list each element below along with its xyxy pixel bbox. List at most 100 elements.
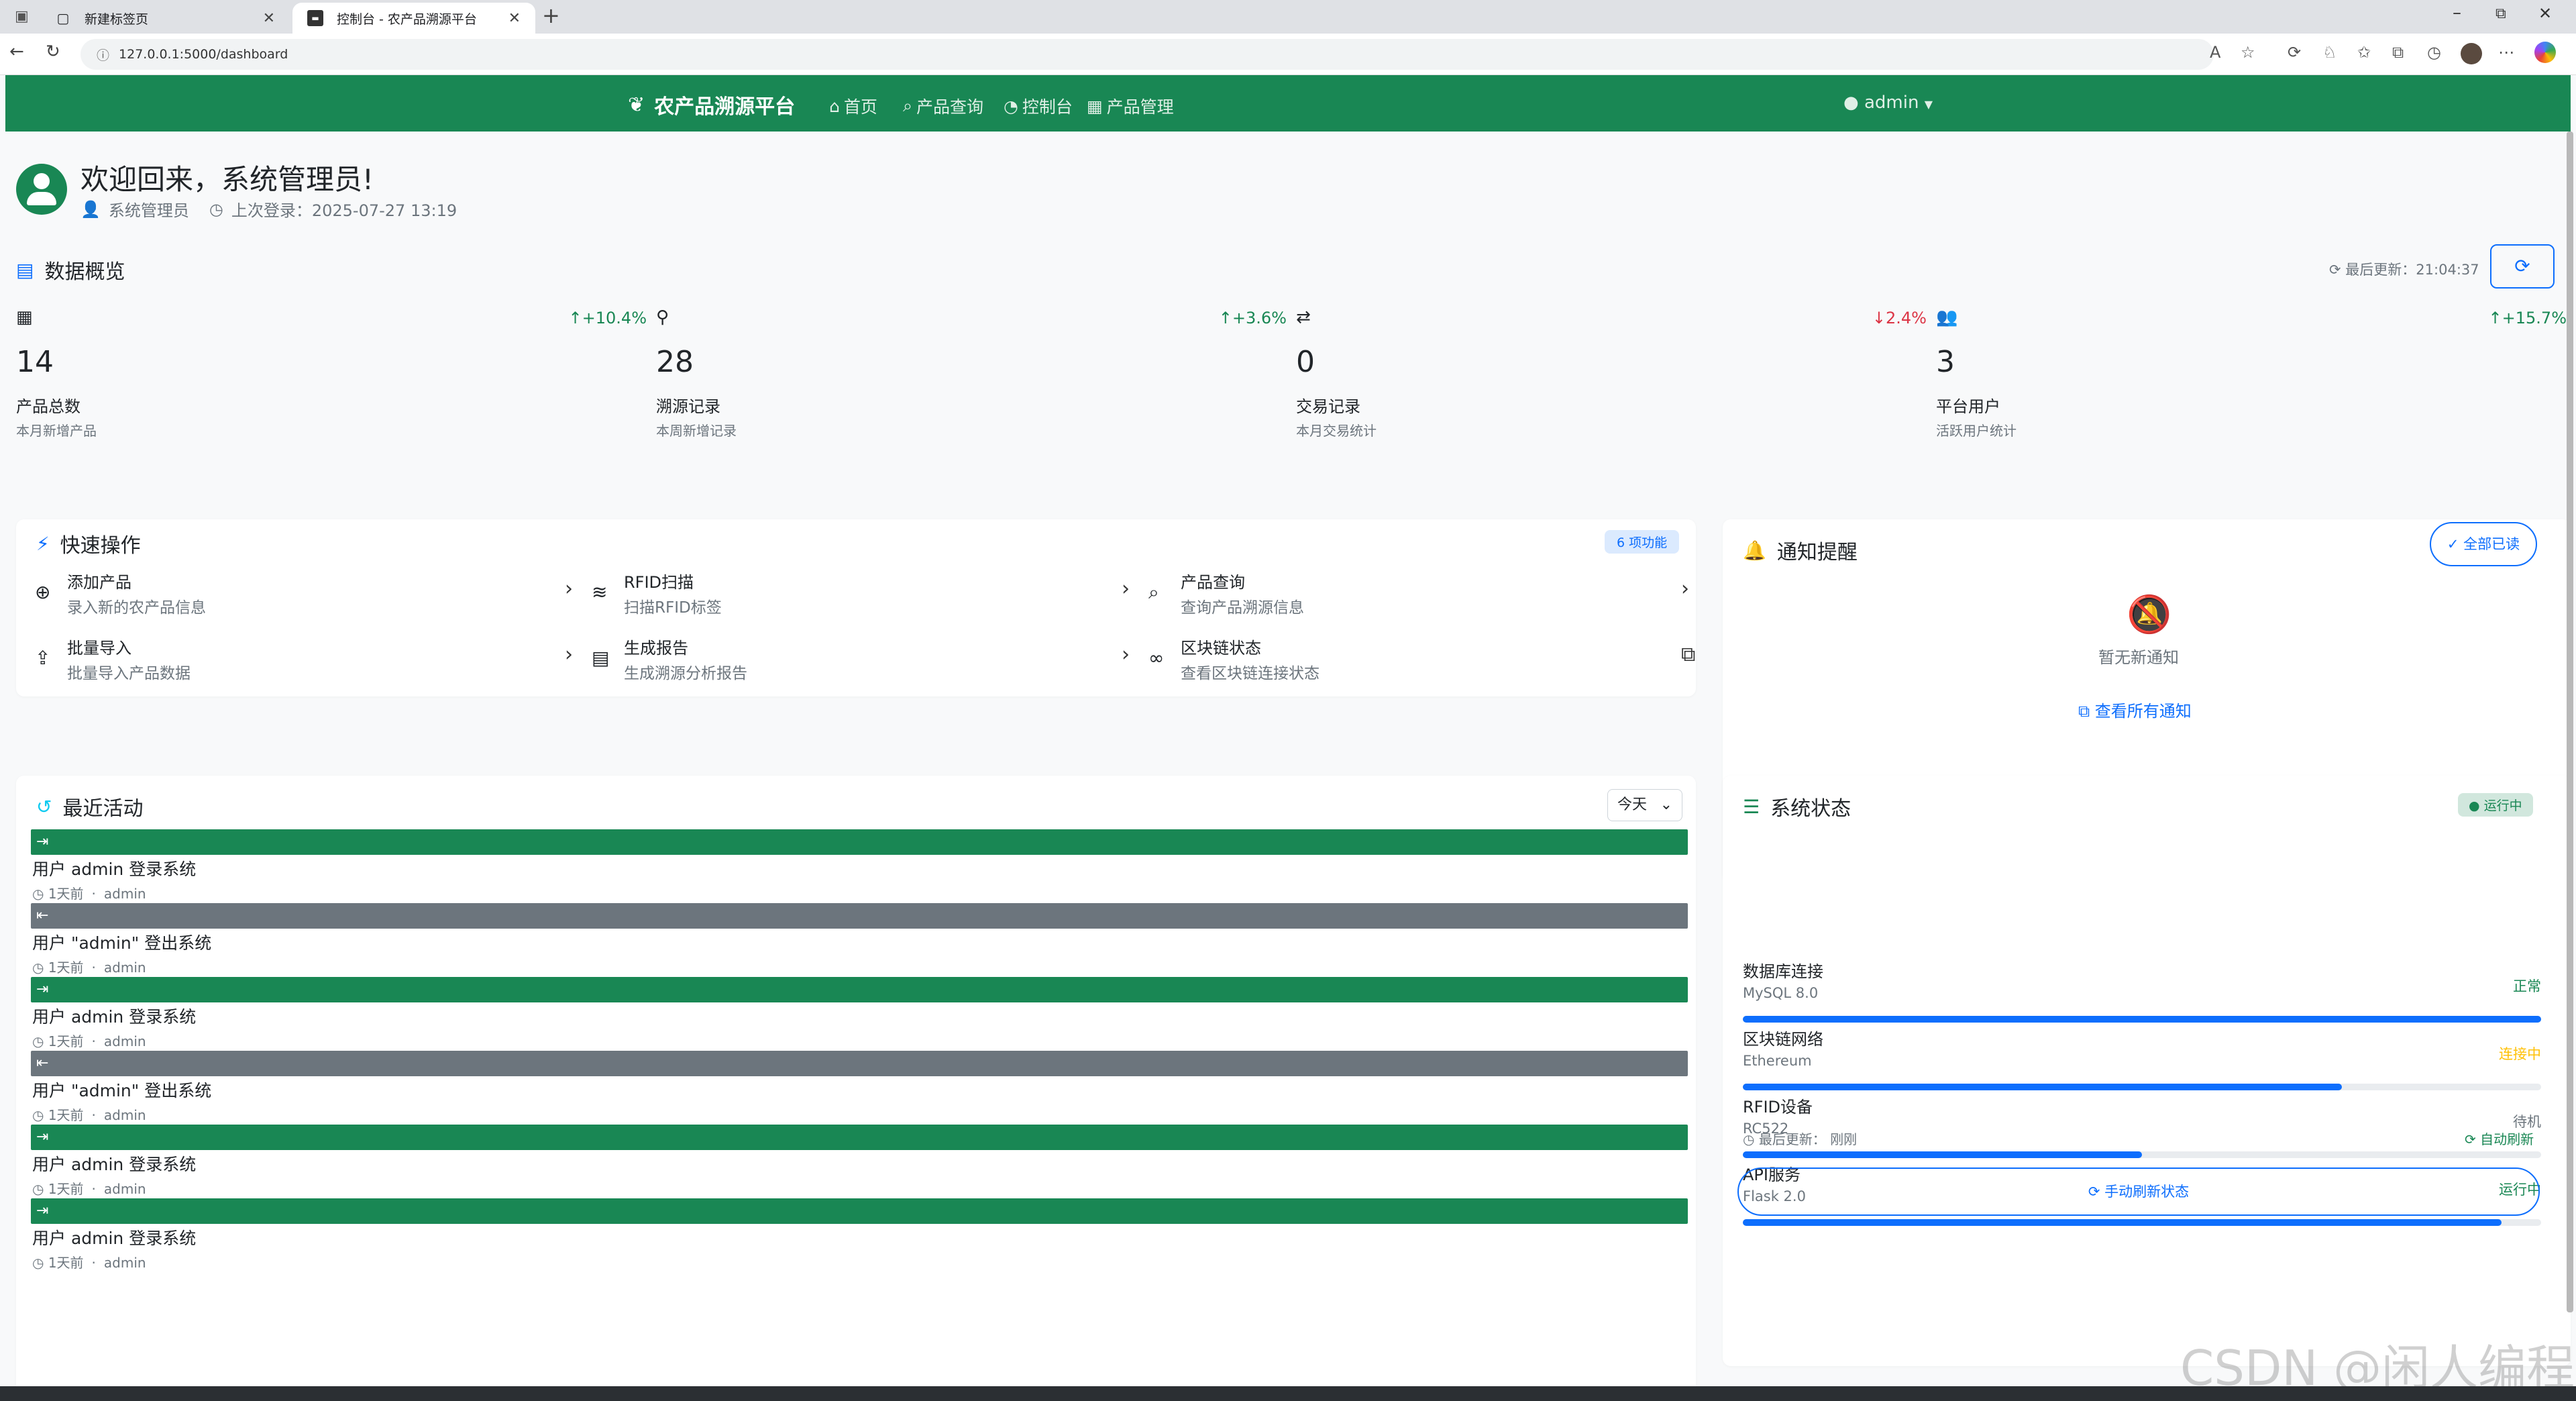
- copilot-icon[interactable]: [2534, 42, 2556, 63]
- reload-icon[interactable]: ↻: [46, 42, 60, 62]
- page-scrollbar[interactable]: [2567, 132, 2573, 1312]
- home-icon: ⌂: [829, 96, 840, 116]
- auto-refresh-toggle[interactable]: ⟳ 自动刷新: [2465, 1129, 2534, 1148]
- sign-in-icon: ⇥: [31, 1125, 1688, 1150]
- extensions-icon[interactable]: ⟳: [2288, 43, 2301, 62]
- user-name: admin: [1864, 93, 1919, 113]
- clock-icon: ◷: [32, 1033, 48, 1049]
- progress-fill: [1743, 1219, 2502, 1226]
- chevron-right-icon: ›: [565, 643, 573, 666]
- nav-product-manage[interactable]: ▦ 产品管理: [1087, 94, 1174, 118]
- activity-user: admin: [103, 886, 146, 902]
- view-all-notifications-link[interactable]: ⧉ 查看所有通知: [2078, 698, 2192, 721]
- clock-icon: ◷: [32, 959, 48, 976]
- manual-refresh-button[interactable]: ⟳ 手动刷新状态: [1737, 1168, 2540, 1216]
- browser-essentials-icon[interactable]: ♘: [2322, 43, 2337, 62]
- profile-avatar[interactable]: [2461, 43, 2482, 64]
- workspaces-icon[interactable]: ▣: [15, 8, 29, 25]
- recent-activity-title: ↺ 最近活动: [36, 792, 143, 821]
- separator: ·: [91, 959, 96, 976]
- tab-new[interactable]: ▢ 新建标签页 ✕: [40, 3, 290, 34]
- stat-change-value: 2.4%: [1886, 309, 1927, 327]
- last-update-label: 最后更新：: [1758, 1131, 1826, 1147]
- last-login-text: 上次登录：2025-07-27 13:19: [231, 201, 458, 220]
- refresh-overview-button[interactable]: ⟳: [2490, 244, 2555, 289]
- collections-icon[interactable]: ⧉: [2392, 43, 2404, 62]
- nav-product-query[interactable]: ⌕ 产品查询: [903, 94, 983, 118]
- chevron-right-icon: ›: [1122, 643, 1130, 666]
- nav-label: 首页: [843, 97, 877, 117]
- stat-change-value: +10.4%: [582, 309, 647, 327]
- quick-action-subtitle: 批量导入产品数据: [67, 665, 191, 682]
- chevron-right-icon: ›: [1122, 577, 1130, 601]
- role-text: 系统管理员: [108, 201, 189, 220]
- back-icon[interactable]: ←: [9, 42, 24, 62]
- quick-action-item[interactable]: ≋ RFID扫描 扫描RFID标签 ›: [592, 569, 1135, 625]
- plus-circle-icon: ⊕: [35, 581, 51, 603]
- filter-value: 今天: [1617, 796, 1648, 813]
- browser-address-bar: ← ↻ ⓘ 127.0.0.1:5000/dashboard A ☆ ⟳ ♘ ✩…: [0, 34, 2576, 75]
- bell-icon: 🔔: [1743, 539, 1766, 562]
- wifi-icon: ≋: [592, 581, 608, 603]
- window-close-icon[interactable]: ✕: [2538, 4, 2552, 23]
- activity-user: admin: [103, 959, 146, 976]
- restore-icon[interactable]: ⧉: [2496, 5, 2506, 22]
- activity-time: 1天前: [48, 1255, 84, 1271]
- clock-icon: ◷: [1743, 1131, 1755, 1147]
- status-dot-icon: ●: [2469, 798, 2480, 813]
- close-icon[interactable]: ✕: [508, 10, 521, 27]
- quick-action-subtitle: 查询产品溯源信息: [1181, 599, 1304, 617]
- minimize-icon[interactable]: –: [2453, 3, 2461, 23]
- quick-action-item[interactable]: ⊕ 添加产品 录入新的农产品信息 ›: [35, 569, 578, 625]
- nav-console[interactable]: ◔ 控制台: [1004, 94, 1073, 118]
- arrow-up-icon: ↑: [568, 309, 582, 327]
- check-double-icon: ✓: [2447, 536, 2459, 552]
- user-dropdown[interactable]: ● admin ▼: [1843, 93, 1933, 113]
- taskbar-edge: [0, 1386, 2576, 1401]
- quick-action-item[interactable]: ∞ 区块链状态 查看区块链连接状态 ⧉: [1148, 635, 1695, 691]
- sign-in-icon: ⇥: [31, 977, 1688, 1002]
- quick-action-item[interactable]: ▤ 生成报告 生成溯源分析报告 ›: [592, 635, 1135, 691]
- favorite-icon[interactable]: ☆: [2241, 43, 2255, 62]
- badge-text: 运行中: [2483, 798, 2522, 813]
- stat-sub: 活跃用户统计: [1936, 423, 2017, 439]
- clock-icon: ◷: [209, 199, 223, 219]
- read-aloud-icon[interactable]: A: [2210, 43, 2220, 62]
- more-icon[interactable]: ⋯: [2498, 43, 2514, 62]
- close-icon[interactable]: ✕: [263, 10, 275, 27]
- quick-action-title: 添加产品: [67, 573, 131, 592]
- quick-actions-badge: 6 项功能: [1605, 530, 1680, 554]
- last-update-text: 最后更新：21:04:37: [2345, 262, 2479, 278]
- clock-icon: ◷: [32, 886, 48, 902]
- chevron-right-icon: ›: [1681, 577, 1689, 601]
- activity-time: 1天前: [48, 1033, 84, 1049]
- exchange-icon: ⇄: [1296, 307, 1311, 327]
- arrow-down-icon: ↓: [1872, 309, 1886, 327]
- url-field[interactable]: ⓘ 127.0.0.1:5000/dashboard: [80, 39, 2214, 70]
- system-status-title: ☰ 系统状态: [1743, 792, 1851, 821]
- mark-all-read-button[interactable]: ✓ 全部已读: [2430, 522, 2537, 566]
- quick-action-item[interactable]: ⌕ 产品查询 查询产品溯源信息 ›: [1148, 569, 1692, 625]
- activity-user: admin: [103, 1107, 146, 1123]
- activity-text: 用户 admin 登录系统: [32, 860, 197, 879]
- nav-label: 产品管理: [1106, 97, 1174, 117]
- favorites-bar-icon[interactable]: ✩: [2357, 43, 2371, 62]
- brand[interactable]: ❦ 农产品溯源平台: [628, 90, 795, 119]
- stat-value: 14: [16, 345, 54, 379]
- activity-time: 1天前: [48, 1107, 84, 1123]
- nav-home[interactable]: ⌂ 首页: [829, 94, 877, 118]
- sync-icon: ⟳: [2088, 1184, 2100, 1200]
- new-tab-button[interactable]: +: [542, 3, 560, 28]
- quick-action-item[interactable]: ⇪ 批量导入 批量导入产品数据 ›: [35, 635, 578, 691]
- tab-title: 新建标签页: [85, 11, 149, 27]
- system-item-name: RFID设备: [1743, 1098, 1813, 1117]
- bell-slash-icon: 🔕: [2127, 593, 2172, 635]
- clock-icon: ◷: [32, 1107, 48, 1123]
- brand-text: 农产品溯源平台: [654, 95, 796, 119]
- system-item-progress: [1743, 1151, 2541, 1158]
- app-navbar: ❦ 农产品溯源平台 ⌂ 首页 ⌕ 产品查询 ◔ 控制台 ▦ 产品管理 ● admin ▼: [5, 75, 2571, 132]
- tab-dashboard[interactable]: ▬ 控制台 - 农产品溯源平台 ✕: [292, 3, 535, 34]
- history-icon[interactable]: ◷: [2427, 43, 2441, 62]
- activity-filter-select[interactable]: 今天 ⌄: [1607, 789, 1682, 821]
- user-icon: ●: [1843, 93, 1859, 113]
